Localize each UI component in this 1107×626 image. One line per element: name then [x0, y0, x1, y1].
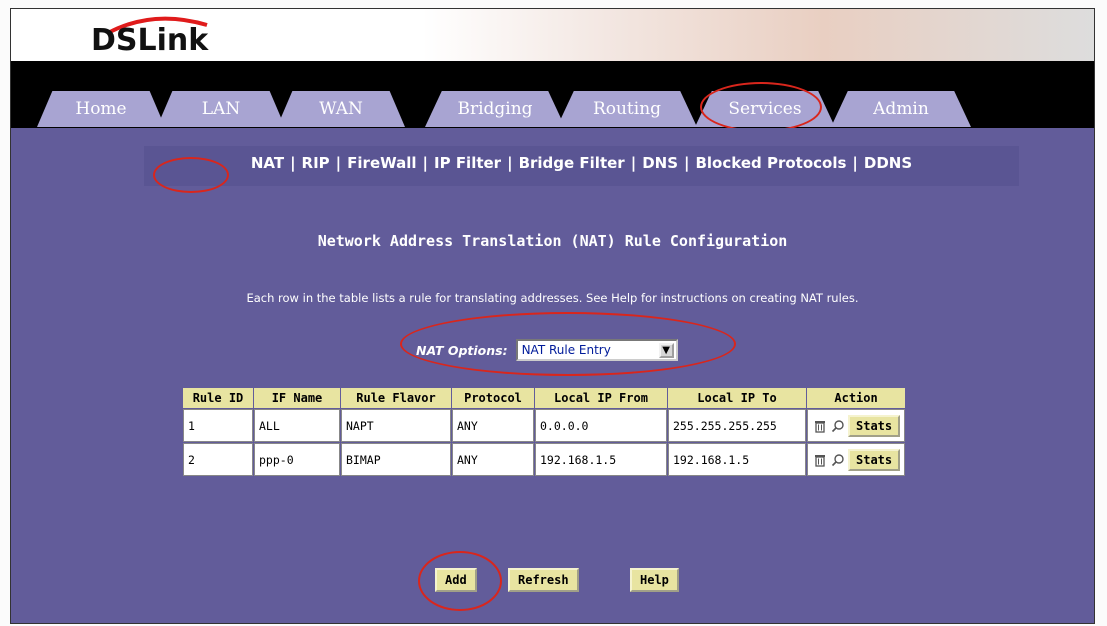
col-protocol: Protocol	[452, 388, 534, 408]
nat-options-row: NAT Options: NAT Rule Entry ▼	[416, 338, 678, 362]
cell-if-name: ALL	[254, 409, 340, 442]
main-tab-bar: Home LAN WAN Bridging Routing Services A…	[11, 61, 1094, 128]
subnav-separator: |	[630, 154, 637, 172]
services-subnav: NAT | RIP | FireWall | IP Filter | Bridge Filter…	[144, 146, 1019, 186]
subnav-separator: |	[852, 154, 858, 172]
subnav-ddns[interactable]: DDNS	[864, 154, 912, 172]
cell-local-ip-from: 0.0.0.0	[535, 409, 667, 442]
help-button[interactable]: Help	[630, 568, 679, 592]
cell-rule-flavor: BIMAP	[341, 443, 451, 476]
tab-routing[interactable]: Routing	[557, 91, 697, 127]
page-title: Network Address Translation (NAT) Rule C…	[317, 232, 788, 250]
subnav-firewall[interactable]: FireWall	[347, 154, 416, 172]
nat-options-selected-value: NAT Rule Entry	[521, 343, 611, 357]
subnav-separator: |	[507, 154, 513, 172]
trash-icon[interactable]	[812, 418, 827, 433]
trash-icon[interactable]	[812, 452, 827, 467]
subnav-nat[interactable]: NAT	[251, 154, 284, 172]
subnav-separator: |	[335, 154, 342, 172]
cell-local-ip-from: 192.168.1.5	[535, 443, 667, 476]
subnav-blocked-protocols[interactable]: Blocked Protocols	[695, 154, 846, 172]
subnav-ip-filter[interactable]: IP Filter	[434, 154, 501, 172]
cell-protocol: ANY	[452, 443, 534, 476]
page-description: Each row in the table lists a rule for t…	[246, 291, 859, 305]
subnav-dns[interactable]: DNS	[642, 154, 678, 172]
content-area: NAT | RIP | FireWall | IP Filter | Bridge Filter…	[11, 128, 1094, 623]
tab-home[interactable]: Home	[37, 91, 165, 127]
logo-text: DSLink	[91, 23, 209, 58]
tab-lan[interactable]: LAN	[157, 91, 285, 127]
col-rule-id: Rule ID	[183, 388, 253, 408]
col-local-ip-from: Local IP From	[535, 388, 667, 408]
tab-bridging[interactable]: Bridging	[425, 91, 565, 127]
refresh-button[interactable]: Refresh	[508, 568, 579, 592]
table-row: 1 ALL NAPT ANY 0.0.0.0 255.255.255.255 S…	[183, 409, 906, 442]
col-local-ip-to: Local IP To	[668, 388, 806, 408]
header-banner: DSLink	[11, 9, 1094, 61]
table-header-row: Rule ID IF Name Rule Flavor Protocol Loc…	[183, 388, 906, 408]
table-row: 2 ppp-0 BIMAP ANY 192.168.1.5 192.168.1.…	[183, 443, 906, 476]
subnav-separator: |	[684, 154, 690, 172]
router-page: DSLink Home LAN WAN Bridging Routing Ser…	[10, 8, 1095, 624]
subnav-separator: |	[422, 154, 429, 172]
cell-local-ip-to: 192.168.1.5	[668, 443, 806, 476]
add-button[interactable]: Add	[435, 568, 477, 592]
cell-local-ip-to: 255.255.255.255	[668, 409, 806, 442]
subnav-bridge-filter[interactable]: Bridge Filter	[519, 154, 625, 172]
cell-rule-flavor: NAPT	[341, 409, 451, 442]
nat-options-select[interactable]: NAT Rule Entry ▼	[515, 339, 678, 361]
dslink-logo: DSLink	[91, 15, 241, 59]
nat-options-label: NAT Options:	[416, 342, 508, 358]
nat-rules-table: Rule ID IF Name Rule Flavor Protocol Loc…	[182, 387, 907, 477]
subnav-rip[interactable]: RIP	[302, 154, 330, 172]
tab-wan[interactable]: WAN	[277, 91, 405, 127]
col-rule-flavor: Rule Flavor	[341, 388, 451, 408]
tab-services[interactable]: Services	[695, 91, 835, 127]
col-if-name: IF Name	[254, 388, 340, 408]
stats-button[interactable]: Stats	[848, 414, 901, 437]
tab-admin[interactable]: Admin	[831, 91, 971, 127]
dropdown-arrow-icon[interactable]: ▼	[658, 343, 674, 358]
magnifier-icon[interactable]	[830, 418, 845, 433]
subnav-separator: |	[290, 154, 296, 172]
col-action: Action	[807, 388, 906, 408]
magnifier-icon[interactable]	[830, 452, 845, 467]
cell-if-name: ppp-0	[254, 443, 340, 476]
cell-rule-id: 1	[183, 409, 253, 442]
cell-action: Stats	[807, 443, 906, 476]
cell-protocol: ANY	[452, 409, 534, 442]
stats-button[interactable]: Stats	[848, 448, 901, 471]
cell-rule-id: 2	[183, 443, 253, 476]
cell-action: Stats	[807, 409, 906, 442]
